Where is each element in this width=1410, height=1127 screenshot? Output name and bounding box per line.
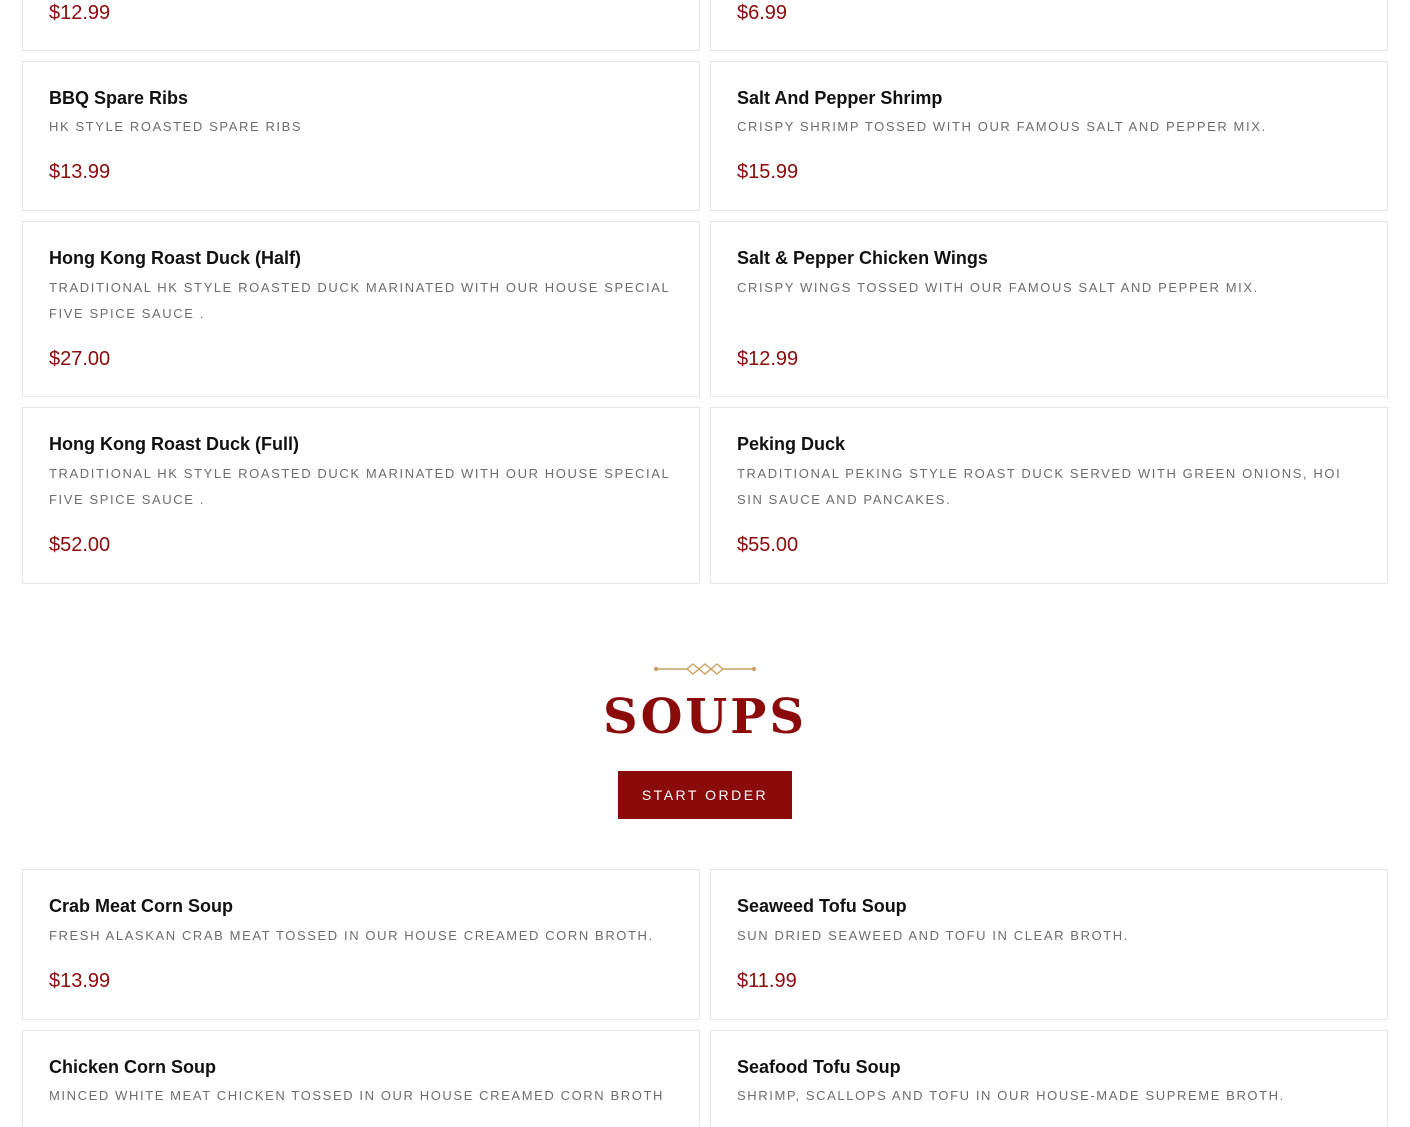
- menu-item-card[interactable]: Seaweed Tofu Soup Sun dried seaweed and …: [710, 869, 1388, 1020]
- item-price: $6.99: [737, 2, 788, 24]
- menu-item-card[interactable]: Peking Duck Traditional Peking style roa…: [710, 407, 1388, 584]
- item-description: Shrimp, scallops and tofu in our house-m…: [737, 1088, 1285, 1103]
- item-description: Minced white meat chicken tossed in our …: [49, 1088, 664, 1103]
- item-description: HK style roasted spare ribs: [49, 119, 303, 134]
- menu-item-card[interactable]: Chicken Corn Soup Minced white meat chic…: [22, 1030, 700, 1127]
- menu-page: $12.99 $6.99 BBQ Spare Ribs HK style roa…: [0, 0, 1410, 1127]
- item-description: Traditional Peking style roast duck serv…: [737, 466, 1342, 507]
- menu-item-card[interactable]: $12.99: [22, 0, 700, 51]
- item-name: Peking Duck: [737, 434, 846, 454]
- item-name: Seaweed Tofu Soup: [737, 896, 907, 916]
- item-price: $11.99: [737, 970, 797, 992]
- item-price: $55.00: [737, 534, 799, 556]
- item-description: Crispy wings tossed with our famous salt…: [737, 280, 1259, 295]
- menu-item-card[interactable]: BBQ Spare Ribs HK style roasted spare ri…: [22, 61, 700, 211]
- item-description: Sun dried seaweed and tofu in clear brot…: [737, 928, 1130, 943]
- ornament-divider-icon: [653, 663, 757, 675]
- item-price: $27.00: [49, 348, 111, 370]
- item-description: Fresh Alaskan crab meat tossed in our ho…: [49, 928, 654, 943]
- item-price: $12.99: [737, 348, 799, 370]
- item-description: Traditional HK style roasted duck marina…: [49, 466, 670, 507]
- item-name: BBQ Spare Ribs: [49, 88, 189, 108]
- menu-item-card[interactable]: Salt And Pepper Shrimp Crispy shrimp tos…: [710, 61, 1388, 211]
- item-price: $12.99: [49, 2, 111, 24]
- item-description: Traditional HK style roasted duck marina…: [49, 280, 670, 321]
- item-description: Crispy shrimp tossed with our famous sal…: [737, 119, 1267, 134]
- menu-item-card[interactable]: Seafood Tofu Soup Shrimp, scallops and t…: [710, 1030, 1388, 1127]
- item-name: Chicken Corn Soup: [49, 1057, 217, 1077]
- item-name: Hong Kong Roast Duck (Full): [49, 434, 299, 454]
- menu-item-card[interactable]: $6.99: [710, 0, 1388, 51]
- item-name: Salt & Pepper Chicken Wings: [737, 248, 988, 268]
- start-order-button[interactable]: Start Order: [618, 771, 792, 819]
- item-name: Seafood Tofu Soup: [737, 1057, 901, 1077]
- item-name: Salt And Pepper Shrimp: [737, 88, 943, 108]
- item-name: Hong Kong Roast Duck (Half): [49, 248, 301, 268]
- soups-section-header: SOUPS: [0, 655, 1410, 745]
- item-price: $15.99: [737, 161, 799, 183]
- menu-item-card[interactable]: Hong Kong Roast Duck (Full) Traditional …: [22, 407, 700, 584]
- menu-item-card[interactable]: Salt & Pepper Chicken Wings Crispy wings…: [710, 221, 1388, 397]
- item-price: $13.99: [49, 970, 111, 992]
- section-title: SOUPS: [602, 689, 808, 745]
- menu-item-card[interactable]: Crab Meat Corn Soup Fresh Alaskan crab m…: [22, 869, 700, 1020]
- item-price: $13.99: [49, 161, 111, 183]
- menu-item-card[interactable]: Hong Kong Roast Duck (Half) Traditional …: [22, 221, 700, 397]
- item-price: $52.00: [49, 534, 111, 556]
- item-name: Crab Meat Corn Soup: [49, 896, 234, 916]
